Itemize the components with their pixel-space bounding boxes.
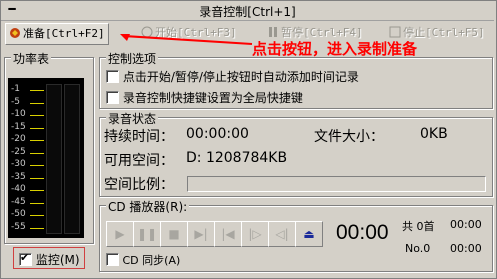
- meter-tick-label: -20: [11, 134, 26, 145]
- control-options-group: 控制选项 点击开始/暂停/停止按钮时自动添加时间记录 录音控制快捷键设置为全局快…: [99, 50, 493, 109]
- meter-tick-line: [30, 90, 44, 92]
- prepare-label: 准备[Ctrl+F2]: [23, 27, 105, 40]
- meter-tick-line: [30, 152, 44, 154]
- cd-sync-label: CD 同步(A): [122, 254, 181, 267]
- meter-tick-line: [30, 190, 44, 192]
- monitor-check-box[interactable]: [19, 251, 32, 266]
- meter-tick-line: [30, 165, 44, 167]
- play-icon: ▶: [115, 227, 125, 241]
- meter-tick-line: [30, 127, 44, 129]
- meter-tick-line: [30, 102, 44, 104]
- duration-label: 持续时间：: [104, 129, 174, 145]
- meter-tick-label: -30: [11, 159, 26, 170]
- pause-icon: ❚❚: [136, 227, 158, 241]
- eject-icon: ⏏: [303, 227, 315, 241]
- option-global-hotkey[interactable]: 录音控制快捷键设置为全局快捷键: [106, 89, 303, 106]
- auto-time-record-checkbox[interactable]: [106, 70, 119, 83]
- forward-icon: |▷: [248, 227, 262, 241]
- prev-track-icon: |◀: [221, 227, 235, 241]
- ratio-label: 空间比例：: [104, 177, 174, 193]
- meter-tick-label: -40: [11, 184, 26, 195]
- next-track-icon: ▶|: [194, 227, 208, 241]
- meter-tick-label: -45: [11, 196, 26, 207]
- meter-tick-label: -25: [11, 146, 26, 157]
- space-ratio-bar: [187, 176, 486, 192]
- meter-tick-label: -55: [11, 221, 26, 232]
- annotation-callout: 点击按钮，进入录制准备: [252, 40, 418, 58]
- cd-track-time: 00:00: [450, 242, 482, 255]
- cd-stop-button[interactable]: ■: [160, 221, 188, 247]
- meter-tick-label: -5: [11, 96, 20, 107]
- prepare-button[interactable]: 准备[Ctrl+F2]: [5, 23, 109, 45]
- power-meter-title: 功率表: [11, 50, 52, 67]
- cd-total-tracks: 共 0首: [402, 220, 435, 233]
- meter-tick-label: -50: [11, 209, 26, 220]
- cd-time-display: 00:00: [336, 221, 389, 244]
- power-meter: -1 -5 -10 -15 -20 -25 -30 -35 -40 -45 -50 -55: [8, 78, 84, 238]
- cd-next-track-button[interactable]: ▶|: [187, 221, 215, 247]
- pause-icon: [269, 27, 277, 37]
- cd-sync-check-box[interactable]: [106, 253, 119, 266]
- cd-play-button[interactable]: ▶: [106, 221, 134, 247]
- cd-track-number: No.0: [405, 242, 431, 255]
- meter-tick-label: -15: [11, 121, 26, 132]
- window-title: 录音控制[Ctrl+1]: [199, 5, 296, 19]
- meter-tick-line: [30, 227, 44, 229]
- meter-tick-line: [30, 177, 44, 179]
- cd-sync-checkbox[interactable]: CD 同步(A): [106, 252, 180, 268]
- meter-tick-line: [30, 215, 44, 217]
- monitor-checkbox[interactable]: 监控(M): [13, 247, 85, 269]
- cd-player-title: CD 播放器(R):: [106, 198, 190, 215]
- cd-total-time: 00:00: [450, 218, 482, 231]
- record-status-title: 录音状态: [106, 110, 159, 127]
- meter-tick-line: [30, 202, 44, 204]
- annotation-arrow-icon: [120, 34, 253, 45]
- option-auto-time-record[interactable]: 点击开始/暂停/停止按钮时自动添加时间记录: [106, 68, 359, 85]
- global-hotkey-checkbox[interactable]: [106, 91, 119, 104]
- cd-rewind-button[interactable]: ◁|: [268, 221, 296, 247]
- meter-tick-label: -35: [11, 171, 26, 182]
- control-options-title: 控制选项: [106, 50, 159, 67]
- meter-tick-line: [30, 140, 44, 142]
- meter-tick-line: [30, 115, 44, 117]
- monitor-label: 监控(M): [35, 253, 80, 267]
- rewind-icon: ◁|: [275, 227, 289, 241]
- filesize-label: 文件大小：: [314, 129, 384, 145]
- meter-tick-label: -10: [11, 109, 26, 120]
- cd-forward-button[interactable]: |▷: [241, 221, 269, 247]
- space-label: 可用空间：: [104, 153, 174, 169]
- title-bar[interactable]: ━ 录音控制[Ctrl+1]: [1, 1, 494, 21]
- meter-bar-left: [46, 84, 62, 234]
- record-status-group: 录音状态 持续时间： 00:00:00 文件大小： 0KB 可用空间： D: 1…: [99, 110, 493, 197]
- duration-value: 00:00:00: [186, 126, 249, 142]
- meter-tick-label: -1: [11, 84, 20, 95]
- stop-icon: [389, 26, 401, 38]
- stop-icon: ■: [168, 227, 180, 241]
- cd-player-group: CD 播放器(R): ▶ ❚❚ ■ ▶| |◀ |▷ ◁| ⏏ 00:00 共 …: [99, 198, 493, 272]
- option-label: 录音控制快捷键设置为全局快捷键: [122, 91, 303, 105]
- filesize-value: 0KB: [420, 126, 448, 142]
- prepare-icon: [10, 28, 20, 38]
- cd-pause-button[interactable]: ❚❚: [133, 221, 161, 247]
- space-value: D: 1208784KB: [186, 150, 288, 166]
- option-label: 点击开始/暂停/停止按钮时自动添加时间记录: [122, 70, 359, 84]
- cd-prev-track-button[interactable]: |◀: [214, 221, 242, 247]
- cd-eject-button[interactable]: ⏏: [295, 221, 323, 247]
- meter-bar-right: [64, 84, 80, 234]
